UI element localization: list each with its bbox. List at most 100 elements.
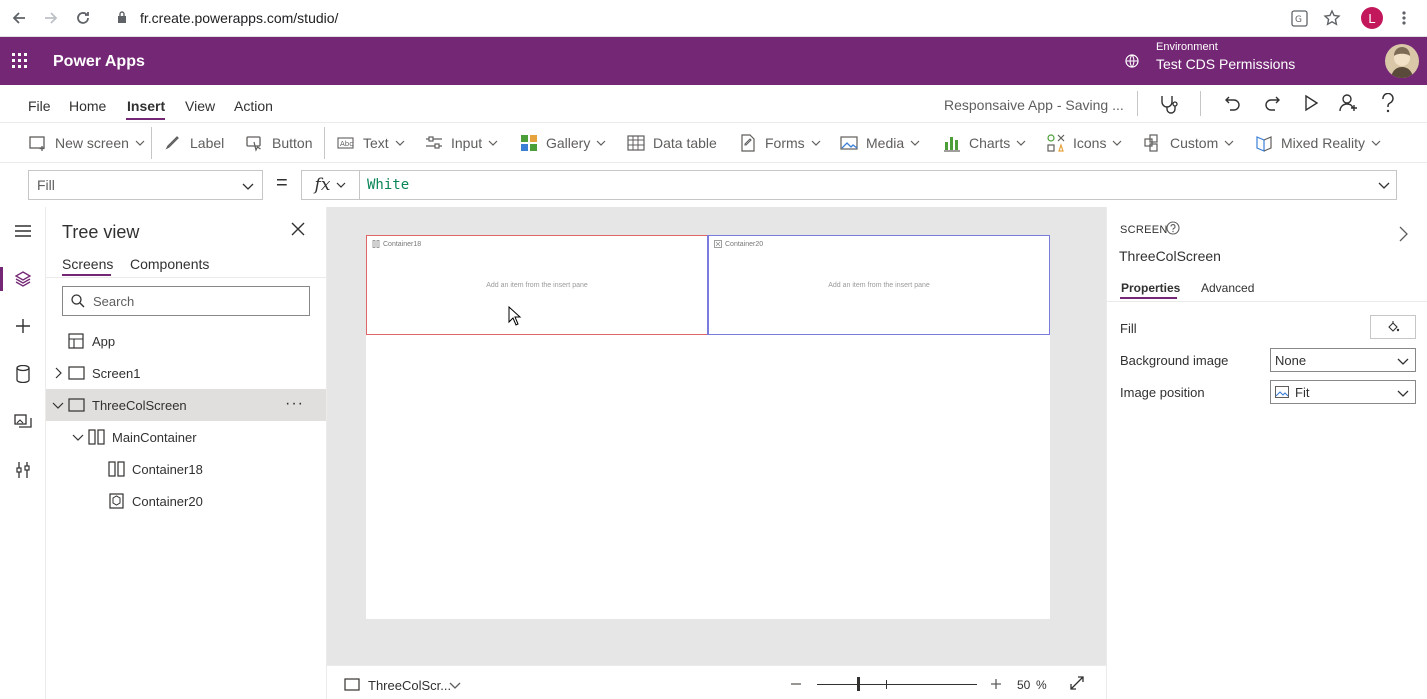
mixed-reality-label: Mixed Reality (1281, 135, 1366, 151)
tree-node-label: MainContainer (112, 429, 197, 445)
new-screen-button[interactable]: New screen (29, 134, 145, 152)
tree-node-maincontainer[interactable]: MainContainer (46, 421, 326, 453)
fx-label: fx (314, 175, 331, 195)
gallery-button[interactable]: Gallery (520, 134, 606, 152)
profile-avatar[interactable]: L (1361, 7, 1383, 29)
browser-menu-icon[interactable] (1399, 10, 1409, 26)
screen-icon (344, 678, 360, 691)
close-icon[interactable] (291, 222, 309, 240)
data-cylinder-icon[interactable] (12, 363, 34, 385)
menu-view[interactable]: View (185, 98, 215, 114)
tree-divider (46, 277, 327, 278)
expand-formula-icon[interactable] (1378, 179, 1390, 191)
help-circle-icon[interactable] (1166, 221, 1180, 235)
screen-preview[interactable]: Container18 Add an item from the insert … (366, 235, 1050, 619)
chevron-down-icon[interactable] (52, 399, 64, 411)
background-image-label: Background image (1120, 353, 1229, 368)
forward-icon[interactable] (40, 7, 62, 29)
more-options-icon[interactable]: ··· (285, 395, 304, 413)
zoom-slider-thumb[interactable] (857, 677, 860, 691)
search-input[interactable] (93, 293, 293, 309)
zoom-in-icon[interactable] (990, 678, 1002, 690)
media-library-icon[interactable] (12, 410, 34, 432)
menu-insert[interactable]: Insert (127, 98, 165, 114)
fit-to-window-icon[interactable] (1070, 676, 1084, 690)
image-position-dropdown[interactable]: Fit (1270, 380, 1416, 404)
tab-screens[interactable]: Screens (62, 256, 113, 272)
url-bar[interactable]: fr.create.powerapps.com/studio/ (140, 10, 338, 26)
canvas-status-bar: ThreeColScr... 50 % (327, 665, 1106, 699)
back-icon[interactable] (8, 7, 30, 29)
tree-node-screen1[interactable]: Screen1 (46, 357, 326, 389)
fill-label: Fill (1120, 321, 1137, 336)
app-checker-icon[interactable] (1158, 94, 1180, 114)
selected-screen-name: ThreeColScreen (1119, 248, 1221, 264)
help-icon[interactable] (1381, 93, 1395, 113)
tree-node-container18[interactable]: Container18 (46, 453, 326, 485)
environment-icon[interactable] (1124, 53, 1140, 69)
button-label: Button (272, 135, 313, 151)
tree-node-threecolscreen[interactable]: ThreeColScreen ··· (46, 389, 326, 421)
tab-properties[interactable]: Properties (1121, 281, 1180, 295)
preview-play-icon[interactable] (1303, 94, 1319, 112)
media-button[interactable]: Media (840, 134, 920, 152)
forms-button[interactable]: Forms (739, 134, 821, 152)
text-button[interactable]: Abc Text (337, 134, 405, 152)
tab-advanced[interactable]: Advanced (1201, 281, 1254, 295)
tree-search-box[interactable] (62, 286, 310, 316)
chevron-down-icon (242, 183, 254, 190)
label-button[interactable]: Label (164, 134, 224, 152)
bookmark-star-icon[interactable] (1323, 9, 1341, 27)
advanced-tools-icon[interactable] (12, 459, 34, 481)
chevron-down-icon (135, 140, 145, 146)
data-table-icon (627, 135, 645, 151)
menu-file[interactable]: File (28, 98, 51, 114)
chevron-right-icon[interactable] (1398, 226, 1408, 242)
app-title[interactable]: Power Apps (53, 53, 145, 71)
fx-button[interactable]: fx (302, 171, 360, 199)
environment-picker[interactable]: Environment Test CDS Permissions (1156, 42, 1295, 72)
reload-icon[interactable] (72, 7, 94, 29)
user-avatar[interactable] (1385, 44, 1419, 78)
media-label: Media (866, 135, 905, 151)
tree-view-layers-icon[interactable] (12, 268, 34, 290)
tree-view-panel: Tree view Screens Components App Screen1… (46, 207, 327, 699)
charts-button[interactable]: Charts (943, 134, 1026, 152)
property-dropdown[interactable]: Fill (28, 170, 263, 200)
app-launcher-icon[interactable] (12, 53, 28, 69)
custom-icon (1144, 134, 1158, 152)
forms-label: Forms (765, 135, 805, 151)
background-image-dropdown[interactable]: None (1270, 348, 1416, 372)
current-screen-picker[interactable]: ThreeColScr... (368, 678, 451, 693)
data-table-button[interactable]: Data table (627, 134, 717, 152)
menu-action[interactable]: Action (234, 98, 273, 114)
icons-button[interactable]: Icons (1047, 134, 1122, 152)
container20-preview[interactable]: Container20 Add an item from the insert … (707, 235, 1050, 335)
mixed-reality-button[interactable]: Mixed Reality (1255, 134, 1381, 152)
redo-icon[interactable] (1263, 94, 1281, 112)
hamburger-menu-icon[interactable] (12, 220, 34, 242)
charts-icon (944, 137, 960, 152)
undo-icon[interactable] (1224, 94, 1242, 112)
chevron-right-icon[interactable] (52, 367, 64, 379)
tree-node-container20[interactable]: Container20 (46, 485, 326, 517)
share-user-icon[interactable] (1339, 93, 1359, 113)
chevron-down-icon[interactable] (449, 679, 461, 691)
chevron-down-icon[interactable] (72, 431, 84, 443)
insert-plus-icon[interactable] (12, 315, 34, 337)
container18-preview[interactable]: Container18 Add an item from the insert … (366, 235, 708, 335)
zoom-slider[interactable] (817, 684, 977, 685)
button-button[interactable]: Button (246, 134, 312, 152)
tab-components[interactable]: Components (130, 256, 209, 272)
design-canvas[interactable]: Container18 Add an item from the insert … (327, 207, 1106, 665)
menu-home[interactable]: Home (69, 98, 106, 114)
translate-icon[interactable]: G (1291, 10, 1308, 27)
zoom-out-icon[interactable] (790, 678, 802, 690)
input-button[interactable]: Input (425, 134, 498, 152)
paint-bucket-icon (1388, 321, 1400, 332)
custom-button[interactable]: Custom (1144, 134, 1234, 152)
tree-node-app[interactable]: App (46, 325, 326, 357)
formula-input[interactable]: fx White (301, 170, 1397, 200)
svg-text:G: G (1295, 15, 1302, 25)
fill-color-picker[interactable] (1370, 315, 1416, 339)
